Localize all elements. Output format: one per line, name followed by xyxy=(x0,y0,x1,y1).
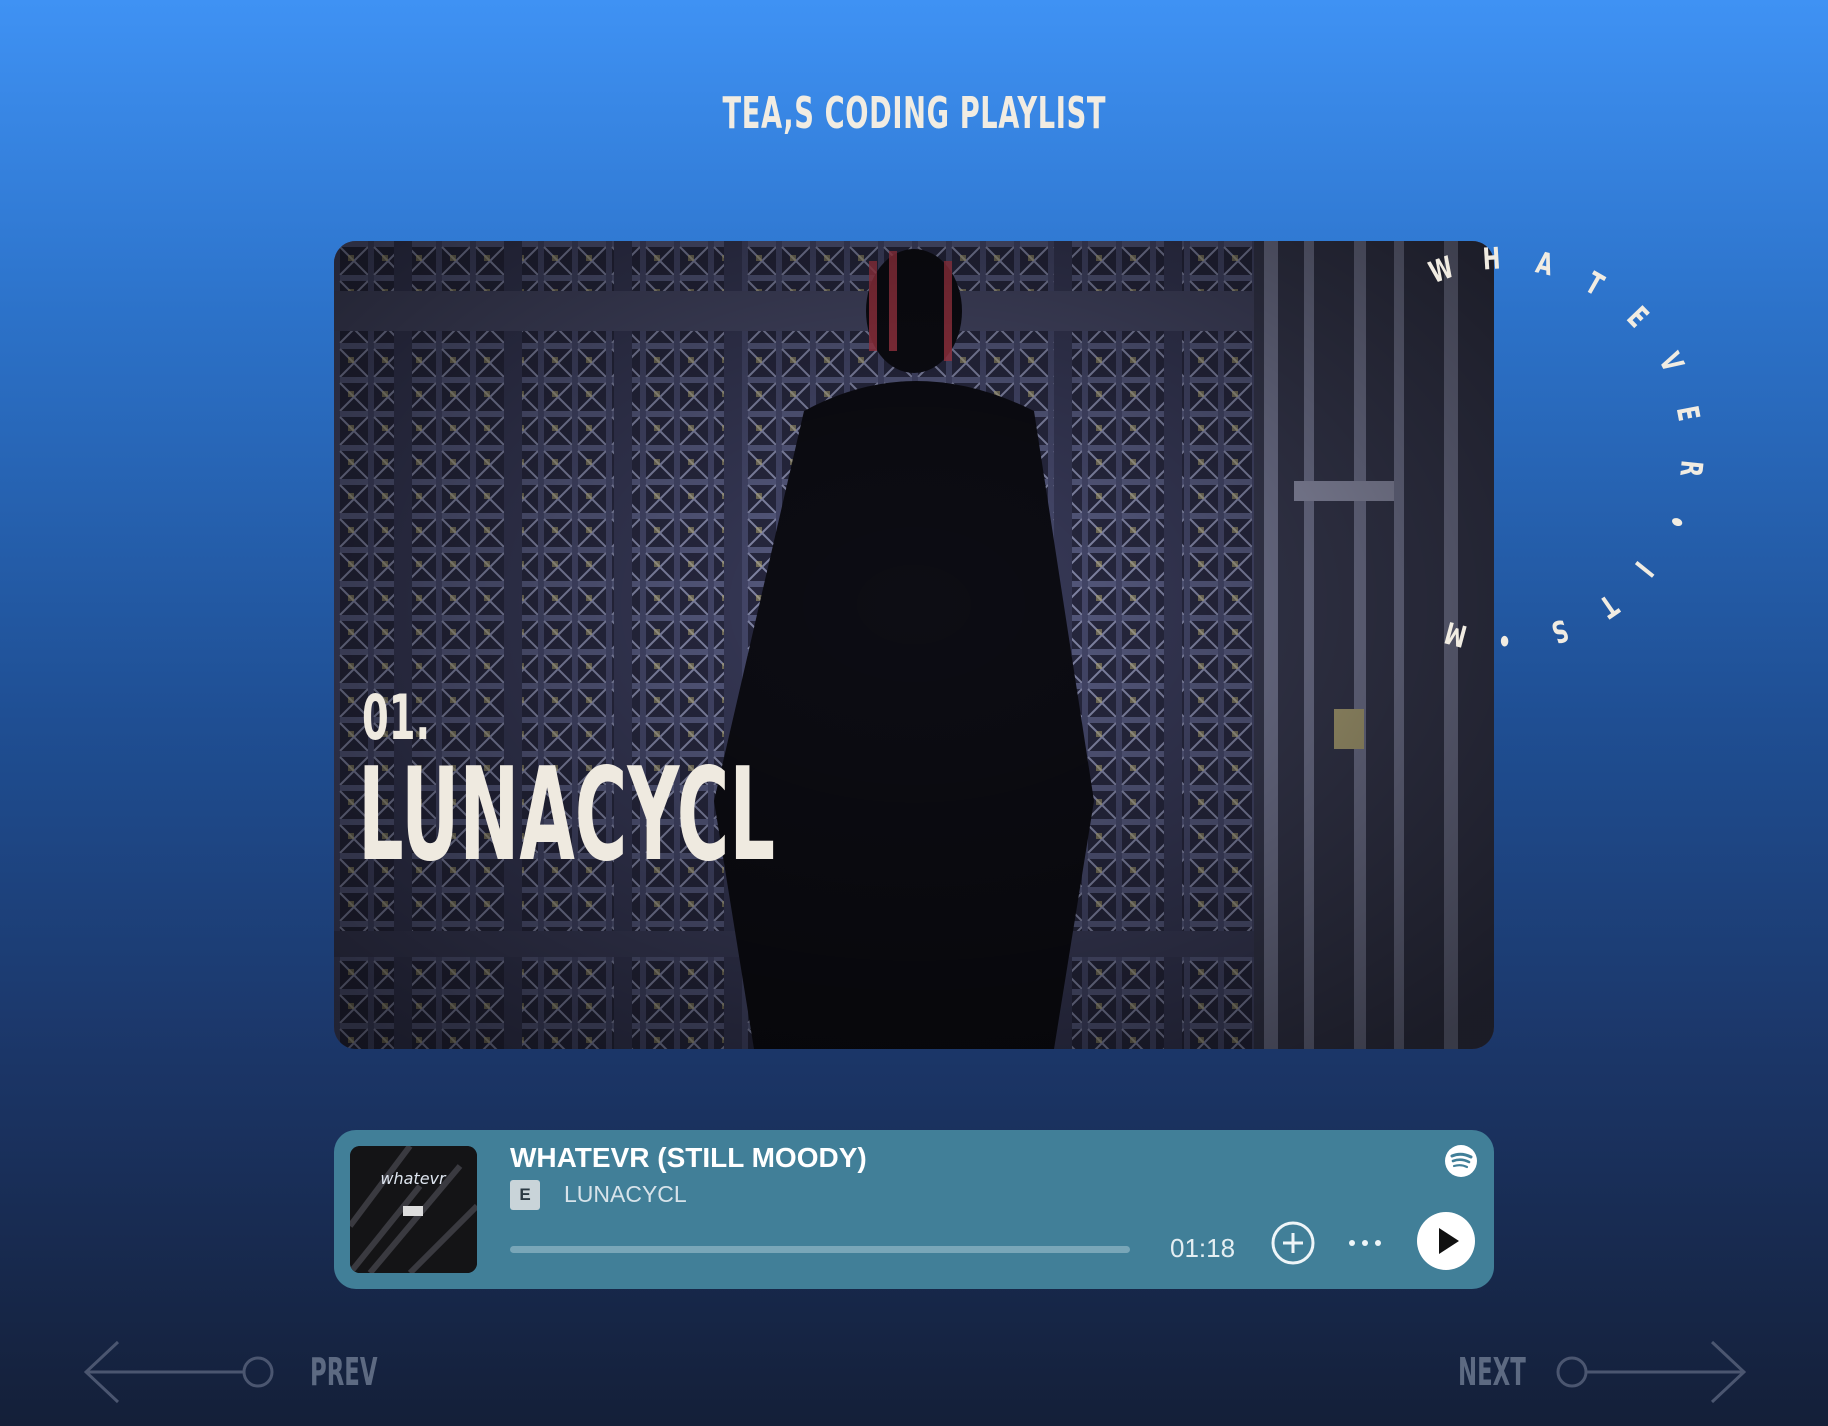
arrow-right-icon xyxy=(1556,1340,1746,1404)
circular-text-char: S xyxy=(1547,611,1573,650)
circular-text-char: A xyxy=(1532,245,1557,284)
add-circle-icon[interactable] xyxy=(1270,1220,1316,1266)
circular-text-char: H xyxy=(1481,241,1501,278)
circular-text-char: M xyxy=(1441,613,1471,653)
next-button[interactable]: NEXT xyxy=(1458,1340,1748,1404)
album-art[interactable]: whatevr xyxy=(350,1146,477,1273)
spotify-icon[interactable] xyxy=(1444,1144,1478,1178)
arrow-left-icon xyxy=(83,1340,274,1404)
song-title[interactable]: WHATEVR (STILL MOODY) xyxy=(510,1142,867,1174)
time-remaining: 01:18 xyxy=(1170,1233,1236,1263)
explicit-badge: E xyxy=(510,1180,540,1210)
circular-text-char: W xyxy=(1424,250,1459,292)
circular-text-char: V xyxy=(1651,347,1690,378)
svg-text:whatevr: whatevr xyxy=(380,1169,447,1188)
circular-text-char: I xyxy=(1627,554,1660,583)
hero-artist-name: LUNACYCL xyxy=(358,741,776,890)
prev-label: PREV xyxy=(310,1350,378,1394)
play-button[interactable] xyxy=(1417,1212,1475,1270)
more-dots-icon[interactable] xyxy=(1346,1230,1386,1256)
spotify-player-embed: whatevr WHATEVR (STILL MOODY) E LUNACYCL… xyxy=(334,1130,1494,1289)
song-artist[interactable]: LUNACYCL xyxy=(564,1181,687,1208)
prev-button[interactable]: PREV xyxy=(83,1340,414,1404)
circular-text-char: E xyxy=(1668,403,1706,425)
circular-text-char: E xyxy=(1619,300,1655,336)
circular-text-char: T xyxy=(1592,587,1624,625)
circular-text-char: T xyxy=(1579,265,1610,304)
circular-text-char: R xyxy=(1672,458,1709,479)
play-icon xyxy=(1439,1228,1459,1254)
progress-bar[interactable] xyxy=(510,1246,1130,1253)
circular-text-char: • xyxy=(1497,621,1512,658)
circular-text-whatever-its: W H A T E V E R • I T S • M xyxy=(1300,230,1720,690)
playlist-title: TEA,S CODING PLAYLIST xyxy=(722,88,1106,139)
circular-text-char: • xyxy=(1656,508,1695,535)
